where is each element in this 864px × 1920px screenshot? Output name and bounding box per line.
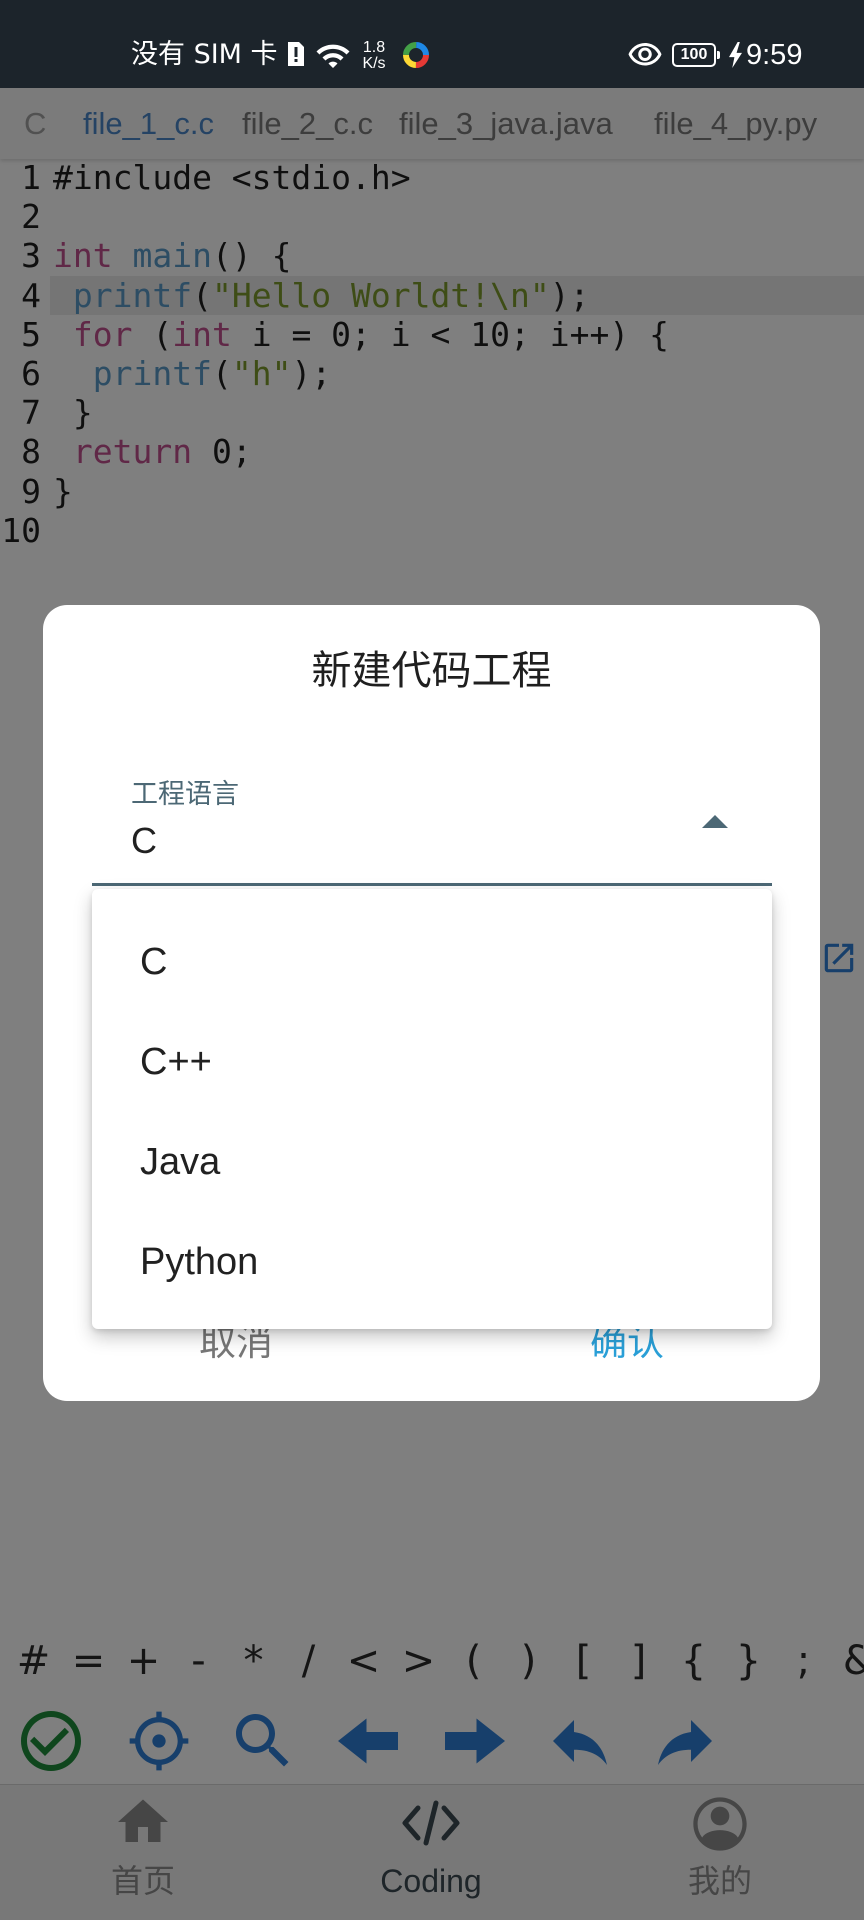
caret-up-icon bbox=[702, 815, 728, 828]
option-java[interactable]: Java bbox=[92, 1112, 772, 1212]
charging-bolt-icon bbox=[729, 42, 742, 68]
sim-alert-icon bbox=[286, 42, 306, 66]
wifi-icon bbox=[315, 38, 351, 74]
battery-level: 100 bbox=[680, 46, 708, 63]
language-select[interactable]: 工程语言 C bbox=[92, 755, 772, 887]
network-speed-unit: K/s bbox=[362, 55, 386, 72]
carrier-status: 没有 SIM 卡 bbox=[131, 39, 278, 70]
option-cpp[interactable]: C++ bbox=[92, 1012, 772, 1112]
battery-icon: 100 bbox=[672, 43, 720, 67]
select-underline bbox=[92, 883, 772, 886]
language-select-value: C bbox=[131, 820, 157, 861]
network-speed: 1.8 K/s bbox=[356, 40, 392, 72]
language-options-menu: C C++ Java Python bbox=[92, 889, 772, 1329]
status-bar: 没有 SIM 卡 1.8 K/s 100 9:59 bbox=[0, 0, 864, 88]
eye-icon bbox=[627, 37, 663, 73]
option-c[interactable]: C bbox=[92, 912, 772, 1012]
option-python[interactable]: Python bbox=[92, 1212, 772, 1312]
dialog-title: 新建代码工程 bbox=[311, 648, 552, 694]
new-project-dialog: 新建代码工程 工程语言 C 取消 确认 C C++ Java Python bbox=[43, 605, 820, 1401]
language-select-label: 工程语言 bbox=[131, 779, 239, 810]
app-ring-icon bbox=[401, 40, 431, 70]
network-speed-value: 1.8 bbox=[362, 39, 386, 56]
clock: 9:59 bbox=[746, 39, 803, 71]
